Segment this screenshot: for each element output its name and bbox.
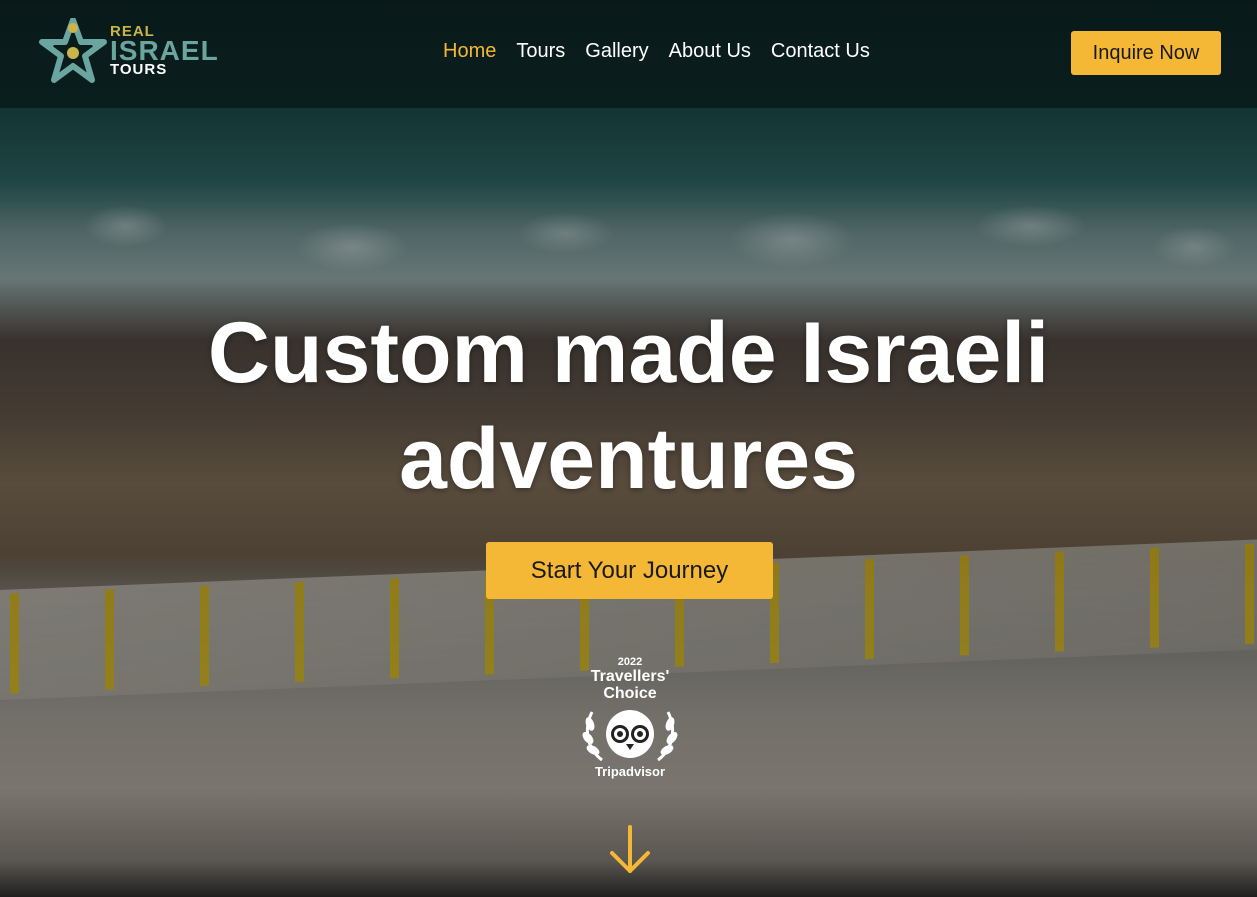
nav-item-about-us[interactable]: About Us [669, 40, 751, 63]
arrow-down-icon[interactable] [608, 825, 652, 875]
hero-headline: Custom made Israeli adventures [0, 300, 1257, 512]
inquire-now-button[interactable]: Inquire Now [1071, 31, 1221, 75]
tripadvisor-owl-icon [582, 710, 678, 762]
main-nav: Home Tours Gallery About Us Contact Us [443, 40, 870, 63]
hero-headline-line2: adventures [399, 411, 858, 507]
hero-headline-line1: Custom made Israeli [207, 305, 1050, 401]
award-brand: Tripadvisor [594, 764, 666, 779]
site-logo[interactable]: REAL ISRAEL TOURS [38, 18, 242, 84]
award-title-line2: Choice [603, 685, 657, 702]
nav-item-contact-us[interactable]: Contact Us [771, 40, 870, 63]
star-people-logo-icon [39, 18, 107, 83]
nav-item-tours[interactable]: Tours [516, 40, 565, 63]
award-title-line1: Travellers' [590, 668, 670, 685]
nav-item-home[interactable]: Home [443, 40, 496, 63]
nav-item-gallery[interactable]: Gallery [585, 40, 648, 63]
top-navigation-bar: REAL ISRAEL TOURS Home Tours Gallery Abo… [0, 0, 1257, 108]
award-year: 2022 [617, 656, 643, 668]
start-journey-button[interactable]: Start Your Journey [486, 542, 773, 599]
travellers-choice-badge[interactable]: 2022 Travellers' Choice Tripadvisor [568, 656, 692, 784]
